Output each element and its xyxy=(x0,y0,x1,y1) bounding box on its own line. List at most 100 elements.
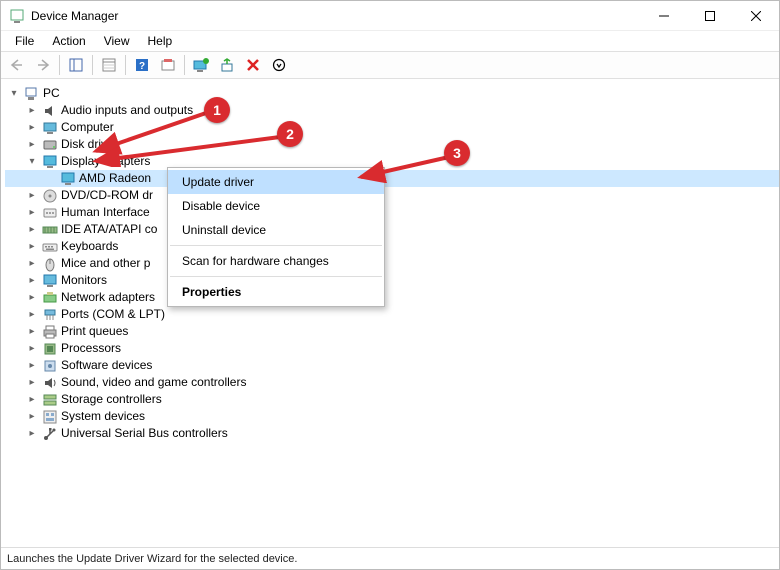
tree-item[interactable]: ▸ Ports (COM & LPT) xyxy=(5,306,779,323)
tree-item-label: Keyboards xyxy=(61,238,118,255)
ctx-separator xyxy=(170,276,382,277)
network-icon xyxy=(42,290,58,306)
tree-item[interactable]: ▸Universal Serial Bus controllers xyxy=(5,425,779,442)
tree-item[interactable]: ▸ Network adapters xyxy=(5,289,779,306)
scan-hardware-button[interactable] xyxy=(215,54,239,76)
tree-item[interactable]: ▾ Display adapters xyxy=(5,153,779,170)
update-driver-button[interactable] xyxy=(189,54,213,76)
display-icon xyxy=(42,154,58,170)
tree-item[interactable]: AMD Radeon xyxy=(5,170,779,187)
tree-item[interactable]: ▸Monitors xyxy=(5,272,779,289)
tree-item[interactable]: ▸ Storage controllers xyxy=(5,391,779,408)
chevron-right-icon[interactable]: ▸ xyxy=(25,102,39,119)
tree-item-label: Print queues xyxy=(61,323,128,340)
menu-file[interactable]: File xyxy=(7,32,42,50)
pc-icon xyxy=(24,86,40,102)
maximize-button[interactable] xyxy=(687,1,733,31)
chevron-right-icon[interactable]: ▸ xyxy=(25,306,39,323)
help-button[interactable]: ? xyxy=(130,54,154,76)
tree-item[interactable]: ▸ Human Interface xyxy=(5,204,779,221)
ctx-properties[interactable]: Properties xyxy=(168,280,384,304)
tree-item-label: Display adapters xyxy=(61,153,150,170)
tree-item[interactable]: ▸ Audio inputs and outputs xyxy=(5,102,779,119)
properties-button[interactable] xyxy=(97,54,121,76)
uninstall-button[interactable] xyxy=(241,54,265,76)
computer-icon xyxy=(42,120,58,136)
tree-item-label: PC xyxy=(43,85,60,102)
port-icon xyxy=(42,307,58,323)
tree-item[interactable]: ▸Sound, video and game controllers xyxy=(5,374,779,391)
tree-item[interactable]: ▸ Processors xyxy=(5,340,779,357)
chevron-right-icon[interactable]: ▸ xyxy=(25,357,39,374)
action-button[interactable] xyxy=(156,54,180,76)
chevron-right-icon[interactable]: ▸ xyxy=(25,408,39,425)
ctx-separator xyxy=(170,245,382,246)
ctx-scan-hardware[interactable]: Scan for hardware changes xyxy=(168,249,384,273)
chevron-right-icon[interactable]: ▸ xyxy=(25,255,39,272)
chevron-right-icon[interactable]: ▸ xyxy=(25,340,39,357)
tree-item[interactable]: ▸ Mice and other p xyxy=(5,255,779,272)
ctx-update-driver[interactable]: Update driver xyxy=(168,170,384,194)
disable-button[interactable] xyxy=(267,54,291,76)
menu-help[interactable]: Help xyxy=(140,32,181,50)
annotation-badge-1: 1 xyxy=(204,97,230,123)
tree-item-label: Storage controllers xyxy=(61,391,162,408)
close-button[interactable] xyxy=(733,1,779,31)
tree-item[interactable]: ▸System devices xyxy=(5,408,779,425)
show-hide-tree-button[interactable] xyxy=(64,54,88,76)
keyboard-icon xyxy=(42,239,58,255)
minimize-button[interactable] xyxy=(641,1,687,31)
tree-item-label: Mice and other p xyxy=(61,255,150,272)
forward-button[interactable] xyxy=(31,54,55,76)
context-menu: Update driver Disable device Uninstall d… xyxy=(167,167,385,307)
tree-item-label: Human Interface xyxy=(61,204,150,221)
menu-action[interactable]: Action xyxy=(44,32,93,50)
chevron-right-icon[interactable]: ▸ xyxy=(25,425,39,442)
chevron-right-icon[interactable]: ▸ xyxy=(25,221,39,238)
tree-item-label: Ports (COM & LPT) xyxy=(61,306,165,323)
chevron-right-icon[interactable]: ▸ xyxy=(25,238,39,255)
toolbar-separator xyxy=(59,55,60,75)
chevron-right-icon[interactable]: ▸ xyxy=(25,272,39,289)
svg-text:?: ? xyxy=(139,61,145,72)
display-icon xyxy=(60,171,76,187)
chevron-down-icon[interactable]: ▾ xyxy=(25,153,39,170)
tree-item-label: Audio inputs and outputs xyxy=(61,102,193,119)
window-title: Device Manager xyxy=(31,9,641,23)
ide-icon xyxy=(42,222,58,238)
tree-item[interactable]: ▸ Keyboards xyxy=(5,238,779,255)
toolbar-separator xyxy=(125,55,126,75)
tree-item[interactable]: ▾ PC xyxy=(5,85,779,102)
ctx-disable-device[interactable]: Disable device xyxy=(168,194,384,218)
hid-icon xyxy=(42,205,58,221)
chevron-down-icon[interactable]: ▾ xyxy=(7,85,21,102)
tree-item-label: IDE ATA/ATAPI co xyxy=(61,221,157,238)
chevron-right-icon[interactable]: ▸ xyxy=(25,289,39,306)
tree-item[interactable]: ▸DVD/CD-ROM dr xyxy=(5,187,779,204)
back-button[interactable] xyxy=(5,54,29,76)
tree-item-label: AMD Radeon xyxy=(79,170,151,187)
annotation-badge-2: 2 xyxy=(277,121,303,147)
chevron-right-icon[interactable]: ▸ xyxy=(25,187,39,204)
tree-item[interactable]: ▸ Computer xyxy=(5,119,779,136)
chevron-right-icon[interactable]: ▸ xyxy=(25,323,39,340)
ctx-uninstall-device[interactable]: Uninstall device xyxy=(168,218,384,242)
tree-item-label: Network adapters xyxy=(61,289,155,306)
device-tree[interactable]: ▾PC▸Audio inputs and outputs▸Computer▸Di… xyxy=(1,79,779,547)
chevron-right-icon[interactable]: ▸ xyxy=(25,204,39,221)
tree-item[interactable]: ▸Disk drives xyxy=(5,136,779,153)
tree-item-label: Processors xyxy=(61,340,121,357)
audio-icon xyxy=(42,103,58,119)
chevron-right-icon[interactable]: ▸ xyxy=(25,119,39,136)
toolbar-separator xyxy=(184,55,185,75)
chevron-right-icon[interactable]: ▸ xyxy=(25,391,39,408)
mouse-icon xyxy=(42,256,58,272)
chevron-right-icon[interactable]: ▸ xyxy=(25,136,39,153)
tree-item[interactable]: ▸ Print queues xyxy=(5,323,779,340)
tree-item-label: Computer xyxy=(61,119,114,136)
toolbar-separator xyxy=(92,55,93,75)
chevron-right-icon[interactable]: ▸ xyxy=(25,374,39,391)
tree-item[interactable]: ▸Software devices xyxy=(5,357,779,374)
tree-item[interactable]: ▸ IDE ATA/ATAPI co xyxy=(5,221,779,238)
menu-view[interactable]: View xyxy=(96,32,138,50)
